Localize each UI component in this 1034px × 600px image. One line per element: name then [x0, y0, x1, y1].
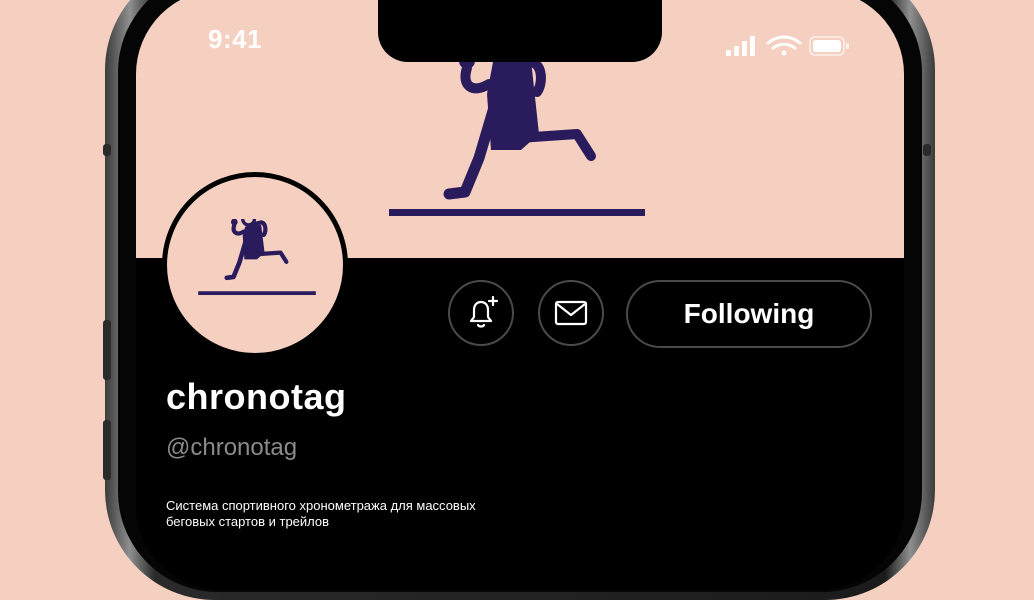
profile-display-name: chronotag	[166, 376, 347, 417]
profile-handle: @chronotag	[166, 434, 298, 461]
wifi-icon	[766, 35, 802, 56]
profile-avatar[interactable]	[162, 172, 348, 358]
notify-button[interactable]	[448, 280, 514, 346]
side-button-left	[103, 144, 111, 156]
message-button[interactable]	[538, 280, 604, 346]
runner-logo-avatar	[198, 219, 316, 296]
runner-logo-banner	[389, 54, 645, 216]
status-icons	[726, 35, 849, 56]
phone-screen: 9:41 Following chronotag @chronotag Сист…	[136, 0, 904, 590]
status-time: 9:41	[208, 24, 263, 54]
mail-icon	[554, 300, 588, 326]
power-button-right	[923, 144, 931, 156]
profile-bio: Система спортивного хронометража для мас…	[166, 498, 476, 529]
following-button[interactable]: Following	[626, 280, 872, 348]
volume-button-left-2	[103, 420, 111, 480]
volume-button-left	[103, 320, 111, 380]
signal-icon	[726, 36, 755, 56]
bell-plus-icon	[469, 295, 499, 328]
phone-notch	[378, 0, 662, 62]
battery-icon	[809, 36, 849, 56]
